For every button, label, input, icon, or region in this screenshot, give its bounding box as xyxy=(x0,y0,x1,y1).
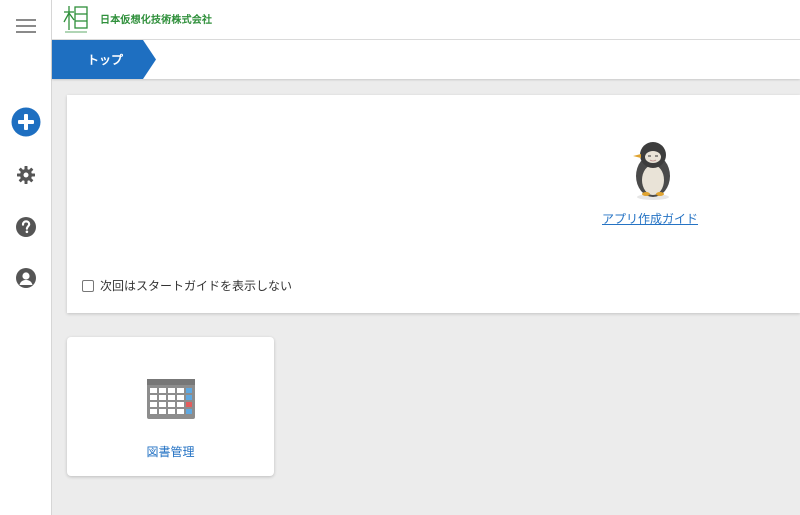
spreadsheet-icon xyxy=(147,379,195,419)
app-header: 日本仮想化技術株式会社 xyxy=(52,0,800,40)
side-rail xyxy=(0,0,52,515)
dont-show-label: 次回はスタートガイドを表示しない xyxy=(100,279,293,293)
gear-icon[interactable] xyxy=(11,160,41,190)
penguin-mascot-icon[interactable] xyxy=(629,139,677,203)
dont-show-guide-option[interactable]: 次回はスタートガイドを表示しない xyxy=(82,277,292,294)
hamburger-menu-icon[interactable] xyxy=(16,19,36,33)
breadcrumb-label: トップ xyxy=(87,53,124,67)
breadcrumb-item-top[interactable]: トップ xyxy=(52,40,157,79)
question-icon[interactable] xyxy=(11,212,41,242)
plus-circle-icon[interactable] xyxy=(11,107,41,137)
app-tile-library[interactable]: 図書管理 xyxy=(67,337,274,476)
app-creation-guide-link[interactable]: アプリ作成ガイド xyxy=(602,210,698,227)
app-tile-label: 図書管理 xyxy=(146,445,195,459)
user-icon[interactable] xyxy=(11,263,41,293)
dont-show-checkbox[interactable] xyxy=(82,279,94,292)
start-guide-card: アプリ作成ガイド 次回はスタートガイドを表示しない xyxy=(67,95,800,313)
breadcrumb: トップ xyxy=(52,40,800,79)
logo-icon[interactable] xyxy=(62,4,90,34)
company-name: 日本仮想化技術株式会社 xyxy=(100,15,213,26)
